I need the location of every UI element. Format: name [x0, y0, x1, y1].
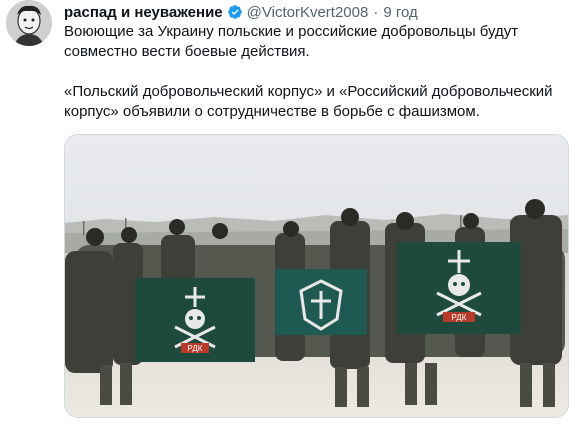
tweet-photo[interactable]: РДК РДК	[64, 134, 569, 418]
avatar[interactable]	[6, 0, 52, 46]
tweet-text: Воюющие за Украину польские и российские…	[64, 22, 564, 122]
avatar-image	[6, 0, 52, 46]
flag-right-text: РДК	[452, 313, 467, 322]
flag-center	[275, 269, 367, 335]
tweet[interactable]: распад и неуважение @VictorKvert2008 · 9…	[0, 0, 576, 424]
flag-left-text: РДК	[188, 344, 203, 353]
tweet-header: распад и неуважение @VictorKvert2008 · 9…	[64, 2, 418, 22]
author-name[interactable]: распад и неуважение	[64, 4, 223, 21]
tweet-paragraph-2: «Польский добровольческий корпус» и «Рос…	[64, 83, 553, 120]
photo-image: РДК РДК	[65, 135, 568, 417]
separator-dot: ·	[373, 3, 379, 21]
verified-badge-icon	[227, 5, 242, 19]
flag-left: РДК	[135, 278, 255, 362]
flag-right: РДК	[397, 242, 521, 334]
tweet-paragraph-1: Воюющие за Украину польские и российские…	[64, 23, 519, 60]
author-handle[interactable]: @VictorKvert2008	[247, 4, 369, 21]
timestamp[interactable]: 9 год	[383, 4, 417, 21]
